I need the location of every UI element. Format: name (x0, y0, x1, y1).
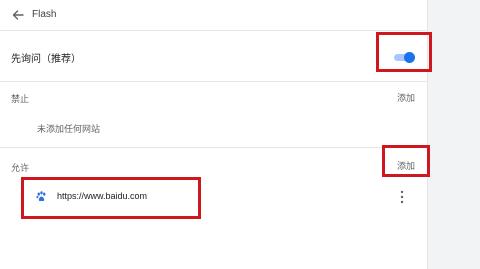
block-empty-text: 未添加任何网站 (37, 124, 101, 134)
arrow-left-icon[interactable] (11, 8, 25, 22)
page-title: Flash (32, 9, 57, 20)
block-section-label: 禁止 (11, 94, 30, 104)
ask-first-label: 先询问（推荐） (11, 54, 81, 65)
page-header: Flash (0, 0, 428, 31)
allowed-site-url: https://www.baidu.com (57, 191, 148, 201)
block-add-button[interactable]: 添加 (397, 91, 415, 104)
toggle-knob (404, 52, 415, 63)
more-vert-icon[interactable] (400, 190, 404, 204)
ask-first-toggle[interactable] (394, 52, 415, 63)
ask-first-row[interactable]: 先询问（推荐） (0, 31, 428, 82)
section-divider (0, 147, 428, 148)
allow-section-label: 允许 (11, 163, 30, 173)
allowed-site-row[interactable]: https://www.baidu.com (0, 184, 428, 210)
right-gutter (427, 0, 480, 269)
baidu-paw-icon (36, 191, 46, 202)
allow-add-button[interactable]: 添加 (397, 159, 415, 172)
flash-settings-page: Flash 先询问（推荐） 禁止 添加 未添加任何网站 允许 添加 https:… (0, 0, 480, 269)
